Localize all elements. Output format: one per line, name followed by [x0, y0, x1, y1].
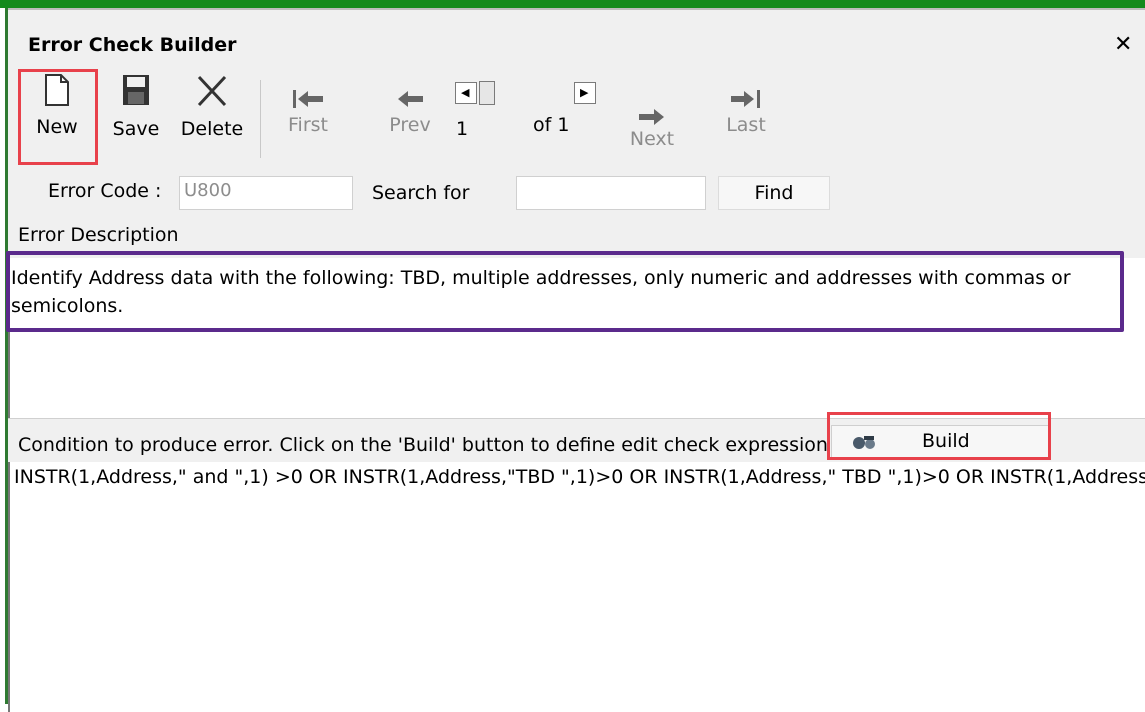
first-label: First — [288, 114, 328, 136]
new-highlight-box — [18, 69, 98, 165]
error-check-builder-window: Error Check Builder ✕ New Save Delete Fi… — [6, 8, 1145, 712]
search-input[interactable] — [516, 176, 706, 210]
save-disk-icon — [123, 75, 149, 105]
record-scroll-thumb[interactable] — [479, 81, 495, 105]
prev-record-icon — [398, 91, 423, 107]
record-of-total: of 1 — [533, 114, 570, 136]
next-label: Next — [629, 128, 675, 150]
build-highlight-box — [827, 412, 1051, 460]
condition-expression-text: INSTR(1,Address," and ",1) >0 OR INSTR(1… — [14, 466, 1145, 488]
condition-label: Condition to produce error. Click on the… — [18, 434, 828, 456]
delete-button[interactable]: Delete — [174, 74, 250, 140]
last-label: Last — [726, 114, 766, 136]
window-title: Error Check Builder — [28, 34, 237, 56]
last-record-icon — [731, 90, 760, 108]
next-button[interactable]: Next — [624, 106, 680, 150]
close-button[interactable]: ✕ — [1114, 32, 1132, 57]
first-button[interactable]: First — [278, 88, 338, 136]
next-record-icon — [639, 109, 664, 125]
condition-expression-field[interactable]: INSTR(1,Address," and ",1) >0 OR INSTR(1… — [8, 462, 1145, 712]
save-button[interactable]: Save — [108, 74, 164, 140]
delete-scissors-icon — [197, 75, 227, 107]
error-description-label: Error Description — [18, 224, 179, 246]
title-bar: Error Check Builder ✕ — [8, 8, 1145, 66]
form-area: Error Code : U800 Search for Find Error … — [8, 166, 1145, 258]
find-button[interactable]: Find — [718, 176, 830, 210]
first-record-icon — [293, 90, 323, 108]
window-top-accent — [0, 0, 1145, 8]
prev-label: Prev — [389, 114, 431, 136]
error-code-field[interactable]: U800 — [179, 176, 353, 210]
record-scroll-left-arrow[interactable]: ◀ — [455, 82, 477, 104]
search-for-label: Search for — [372, 182, 470, 204]
error-code-label: Error Code : — [48, 180, 162, 202]
last-button[interactable]: Last — [718, 88, 774, 136]
toolbar-separator — [260, 80, 261, 158]
record-number: 1 — [456, 118, 469, 140]
prev-button[interactable]: Prev — [382, 88, 438, 136]
description-highlight-box — [6, 251, 1124, 332]
save-label: Save — [112, 118, 160, 140]
record-scroll-right-arrow[interactable]: ▶ — [574, 82, 596, 104]
delete-label: Delete — [180, 118, 244, 140]
toolbar: New Save Delete First Prev ◀ ▶ 1 of 1 Ne… — [8, 66, 1145, 167]
